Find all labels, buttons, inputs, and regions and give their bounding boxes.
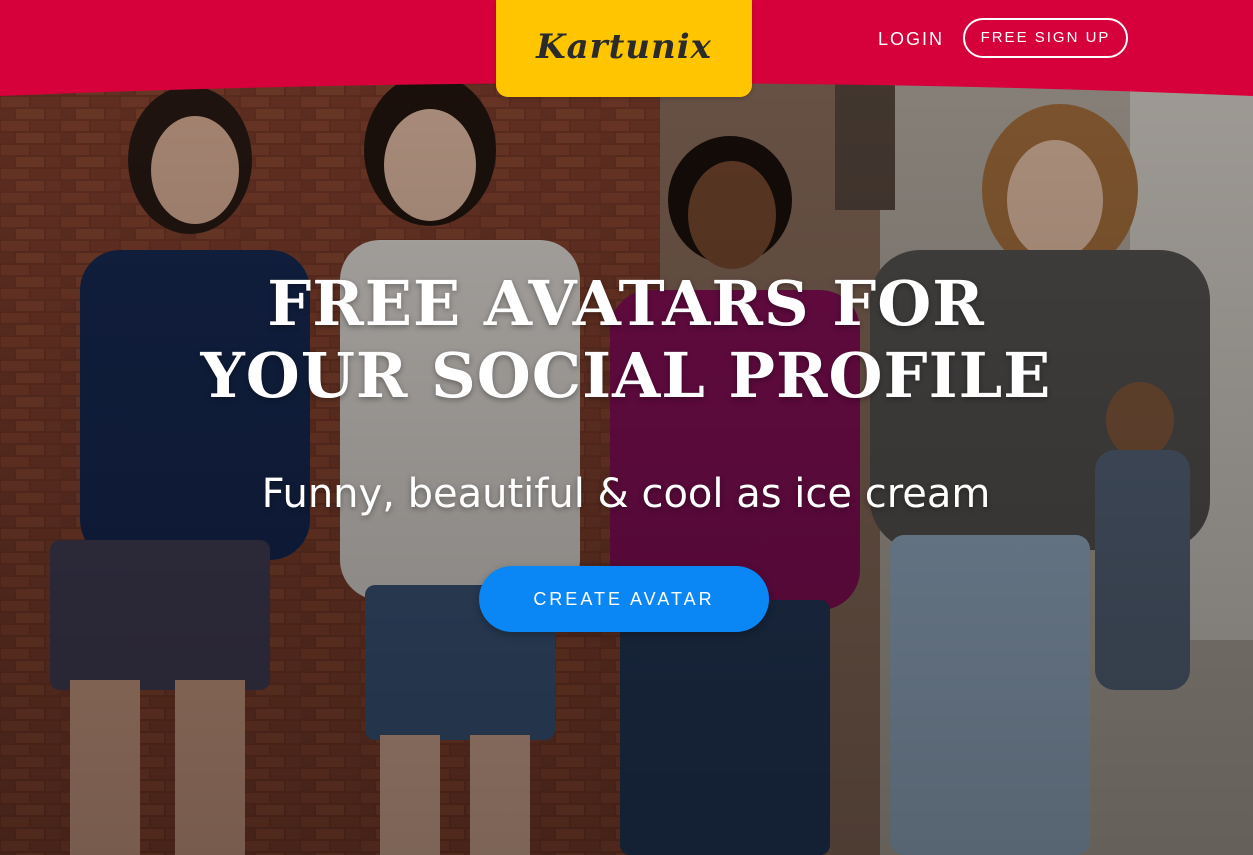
- logo[interactable]: Kartunix: [496, 0, 752, 97]
- logo-text: Kartunix: [536, 26, 712, 67]
- hero-background: [0, 0, 1253, 855]
- login-link[interactable]: LOGIN: [866, 26, 956, 52]
- hero-photo: [0, 0, 1253, 855]
- hero-tagline: Funny, beautiful & cool as ice cream: [261, 471, 991, 517]
- headline-line-1: FREE AVATARS FOR: [267, 267, 985, 340]
- hero-headline: FREE AVATARS FOR YOUR SOCIAL PROFILE: [176, 268, 1076, 412]
- create-avatar-button[interactable]: CREATE AVATAR: [479, 566, 769, 632]
- site-header: Kartunix LOGIN FREE SIGN UP: [0, 0, 1253, 100]
- headline-line-2: YOUR SOCIAL PROFILE: [200, 339, 1052, 412]
- free-signup-button[interactable]: FREE SIGN UP: [963, 18, 1128, 58]
